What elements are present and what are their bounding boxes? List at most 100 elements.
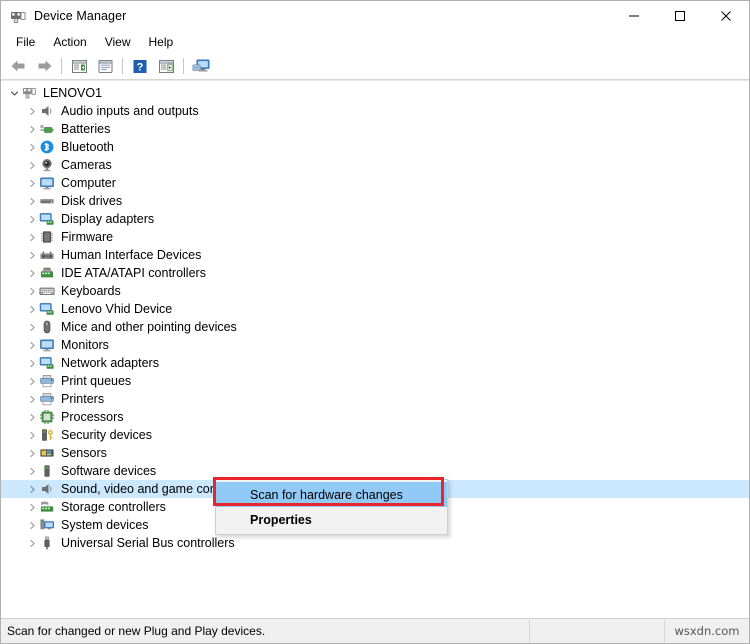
mouse-icon bbox=[39, 319, 55, 335]
chevron-right-icon[interactable] bbox=[25, 210, 39, 228]
menu-action[interactable]: Action bbox=[44, 32, 95, 52]
tree-item-monitors[interactable]: Monitors bbox=[1, 336, 749, 354]
separator-1 bbox=[61, 58, 62, 74]
window-title: Device Manager bbox=[34, 9, 127, 23]
chevron-right-icon[interactable] bbox=[25, 336, 39, 354]
chevron-right-icon[interactable] bbox=[25, 138, 39, 156]
chevron-right-icon[interactable] bbox=[25, 246, 39, 264]
chevron-right-icon[interactable] bbox=[25, 498, 39, 516]
status-bar: Scan for changed or new Plug and Play de… bbox=[1, 618, 749, 643]
device-manager-icon bbox=[10, 8, 26, 24]
tree-item-label: System devices bbox=[61, 518, 149, 532]
menu-file[interactable]: File bbox=[7, 32, 44, 52]
window-controls bbox=[611, 1, 749, 31]
tree-item-firmware[interactable]: Firmware bbox=[1, 228, 749, 246]
tree-item-label: Printers bbox=[61, 392, 105, 406]
tree-item-computer[interactable]: Computer bbox=[1, 174, 749, 192]
forward-arrow-icon[interactable] bbox=[31, 55, 57, 77]
usb-controller-icon bbox=[39, 535, 55, 551]
chevron-right-icon[interactable] bbox=[25, 156, 39, 174]
tree-item-human-interface-devices[interactable]: Human Interface Devices bbox=[1, 246, 749, 264]
chevron-right-icon[interactable] bbox=[25, 264, 39, 282]
chevron-down-icon[interactable] bbox=[7, 84, 21, 102]
network-adapter-icon bbox=[39, 355, 55, 371]
chevron-right-icon[interactable] bbox=[25, 426, 39, 444]
tree-item-label: Cameras bbox=[61, 158, 112, 172]
properties-icon[interactable] bbox=[92, 55, 118, 77]
menu-view[interactable]: View bbox=[96, 32, 140, 52]
tree-item-ide-ata-atapi-controllers[interactable]: IDE ATA/ATAPI controllers bbox=[1, 264, 749, 282]
speaker-icon bbox=[39, 103, 55, 119]
svg-text:?: ? bbox=[137, 61, 144, 73]
context-menu-item-properties[interactable]: Properties bbox=[216, 507, 447, 532]
tree-root-label: LENOVO1 bbox=[43, 86, 103, 100]
ide-controller-icon bbox=[39, 265, 55, 281]
tree-item-print-queues[interactable]: Print queues bbox=[1, 372, 749, 390]
tree-item-label: Display adapters bbox=[61, 212, 155, 226]
chevron-right-icon[interactable] bbox=[25, 462, 39, 480]
printer-icon bbox=[39, 391, 55, 407]
chevron-right-icon[interactable] bbox=[25, 372, 39, 390]
tree-item-label: Software devices bbox=[61, 464, 157, 478]
menu-bar: File Action View Help bbox=[1, 31, 749, 53]
menu-help[interactable]: Help bbox=[140, 32, 183, 52]
close-button[interactable] bbox=[703, 1, 749, 31]
help-icon[interactable]: ? bbox=[127, 55, 153, 77]
tree-item-lenovo-vhid-device[interactable]: Lenovo Vhid Device bbox=[1, 300, 749, 318]
update-driver-icon[interactable] bbox=[153, 55, 179, 77]
tree-item-universal-serial-bus-controllers[interactable]: Universal Serial Bus controllers bbox=[1, 534, 749, 552]
context-menu[interactable]: Scan for hardware changes Properties bbox=[215, 479, 448, 535]
tree-item-label: Human Interface Devices bbox=[61, 248, 202, 262]
chevron-right-icon[interactable] bbox=[25, 282, 39, 300]
chevron-right-icon[interactable] bbox=[25, 390, 39, 408]
chevron-right-icon[interactable] bbox=[25, 480, 39, 498]
camera-icon bbox=[39, 157, 55, 173]
chevron-right-icon[interactable] bbox=[25, 192, 39, 210]
chevron-right-icon[interactable] bbox=[25, 408, 39, 426]
tree-item-sensors[interactable]: Sensors bbox=[1, 444, 749, 462]
watermark: wsxdn.com bbox=[674, 624, 740, 638]
tree-item-network-adapters[interactable]: Network adapters bbox=[1, 354, 749, 372]
tree-item-batteries[interactable]: Batteries bbox=[1, 120, 749, 138]
device-tree-pane[interactable]: LENOVO1 Audio inputs and outputs Batteri… bbox=[1, 80, 749, 618]
maximize-button[interactable] bbox=[657, 1, 703, 31]
chevron-right-icon[interactable] bbox=[25, 300, 39, 318]
tree-item-label: Storage controllers bbox=[61, 500, 166, 514]
chevron-right-icon[interactable] bbox=[25, 228, 39, 246]
tree-item-keyboards[interactable]: Keyboards bbox=[1, 282, 749, 300]
chevron-right-icon[interactable] bbox=[25, 102, 39, 120]
tree-item-display-adapters[interactable]: Display adapters bbox=[1, 210, 749, 228]
tree-item-disk-drives[interactable]: Disk drives bbox=[1, 192, 749, 210]
minimize-button[interactable] bbox=[611, 1, 657, 31]
tree-item-printers[interactable]: Printers bbox=[1, 390, 749, 408]
tree-item-processors[interactable]: Processors bbox=[1, 408, 749, 426]
tree-item-software-devices[interactable]: Software devices bbox=[1, 462, 749, 480]
display-adapter-icon bbox=[39, 301, 55, 317]
disk-drive-icon bbox=[39, 193, 55, 209]
scan-hardware-changes-icon[interactable] bbox=[188, 55, 214, 77]
tree-item-label: Mice and other pointing devices bbox=[61, 320, 237, 334]
tree-item-mice-and-other-pointing-devices[interactable]: Mice and other pointing devices bbox=[1, 318, 749, 336]
storage-controller-icon bbox=[39, 499, 55, 515]
back-arrow-icon[interactable] bbox=[5, 55, 31, 77]
chevron-right-icon[interactable] bbox=[25, 534, 39, 552]
chevron-right-icon[interactable] bbox=[25, 120, 39, 138]
chevron-right-icon[interactable] bbox=[25, 444, 39, 462]
tree-root-lenovo1[interactable]: LENOVO1 bbox=[1, 84, 749, 102]
chevron-right-icon[interactable] bbox=[25, 516, 39, 534]
tree-item-security-devices[interactable]: Security devices bbox=[1, 426, 749, 444]
processor-icon bbox=[39, 409, 55, 425]
context-menu-item-scan-for-hardware-changes[interactable]: Scan for hardware changes bbox=[216, 482, 447, 507]
tree-item-label: Computer bbox=[61, 176, 116, 190]
tree-item-label: Monitors bbox=[61, 338, 109, 352]
tree-item-label: Print queues bbox=[61, 374, 132, 388]
tree-item-cameras[interactable]: Cameras bbox=[1, 156, 749, 174]
show-hide-console-tree-icon[interactable] bbox=[66, 55, 92, 77]
bluetooth-icon bbox=[39, 139, 55, 155]
tree-item-bluetooth[interactable]: Bluetooth bbox=[1, 138, 749, 156]
chevron-right-icon[interactable] bbox=[25, 354, 39, 372]
chevron-right-icon[interactable] bbox=[25, 174, 39, 192]
software-device-icon bbox=[39, 463, 55, 479]
chevron-right-icon[interactable] bbox=[25, 318, 39, 336]
tree-item-audio-inputs-and-outputs[interactable]: Audio inputs and outputs bbox=[1, 102, 749, 120]
